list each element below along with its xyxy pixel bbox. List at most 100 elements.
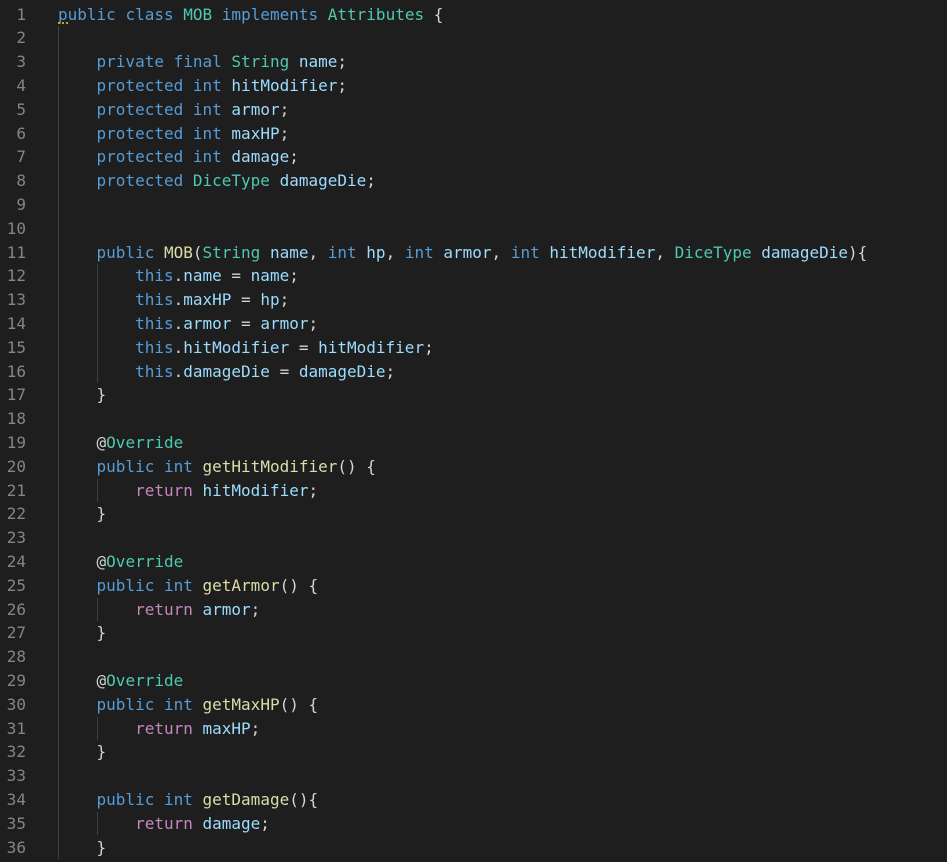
code-line[interactable]: 3 private final String name; [0,50,947,74]
code-token: this [135,337,174,357]
code-line[interactable]: 10 [0,217,947,241]
line-number: 1 [16,4,26,24]
line-code[interactable]: return maxHP; [58,717,260,741]
line-code[interactable]: this.damageDie = damageDie; [58,360,395,384]
line-code[interactable]: public int getArmor() { [58,574,319,598]
line-code[interactable]: protected int armor; [58,98,290,122]
line-code[interactable]: return damage; [58,812,270,836]
code-line[interactable]: 5 protected int armor; [0,98,947,122]
code-line[interactable]: 14 this.armor = armor; [0,312,947,336]
code-token: = [269,361,299,381]
code-line[interactable]: 23 [0,526,947,550]
line-number: 23 [6,528,26,548]
code-token: this [135,313,174,333]
code-token: () { [279,694,319,714]
line-code[interactable]: @Override [58,669,184,693]
warning-squiggle-icon[interactable] [58,18,68,24]
code-line[interactable]: 19 @Override [0,431,947,455]
line-code[interactable]: this.armor = armor; [58,312,318,336]
code-line[interactable]: 16 this.damageDie = damageDie; [0,360,947,384]
code-token: } [96,742,107,762]
code-token: , [491,242,511,262]
line-code[interactable]: protected int damage; [58,145,299,169]
line-code[interactable]: public int getHitModifier() { [58,455,376,479]
line-code[interactable]: private final String name; [58,50,348,74]
line-code[interactable]: public int getMaxHP() { [58,693,319,717]
line-code[interactable]: return armor; [58,598,260,622]
line-code[interactable]: @Override [58,431,184,455]
code-line[interactable]: 33 [0,764,947,788]
code-line[interactable]: 11 public MOB(String name, int hp, int a… [0,241,947,265]
code-line[interactable]: 30 public int getMaxHP() { [0,693,947,717]
code-token: armor [443,242,492,262]
line-code[interactable]: } [58,621,107,645]
code-line[interactable]: 28 [0,645,947,669]
line-code[interactable]: } [58,836,107,860]
code-line[interactable]: 12 this.name = name; [0,264,947,288]
line-code[interactable]: public class MOB implements Attributes { [58,3,443,27]
code-line[interactable]: 35 return damage; [0,812,947,836]
code-line[interactable]: 15 this.hitModifier = hitModifier; [0,336,947,360]
line-code[interactable]: protected int maxHP; [58,122,290,146]
code-token: int [163,789,193,809]
code-token: { [424,4,444,24]
code-line[interactable]: 29 @Override [0,669,947,693]
code-line[interactable]: 6 protected int maxHP; [0,122,947,146]
code-line[interactable]: 36 } [0,836,947,860]
code-token: . [173,313,184,333]
code-line[interactable]: 25 public int getArmor() { [0,574,947,598]
line-code[interactable]: } [58,740,107,764]
code-line[interactable]: 4 protected int hitModifier; [0,74,947,98]
code-editor[interactable]: 1 public class MOB implements Attributes … [0,0,947,862]
line-code[interactable]: this.hitModifier = hitModifier; [58,336,434,360]
code-line[interactable]: 2 [0,26,947,50]
code-token: ; [250,599,261,619]
line-number: 13 [6,290,26,310]
code-token: @ [96,432,107,452]
line-code[interactable]: } [58,502,107,526]
line-code[interactable]: protected DiceType damageDie; [58,169,376,193]
line-code[interactable]: protected int hitModifier; [58,74,348,98]
line-code[interactable]: } [58,383,107,407]
code-line[interactable]: 31 return maxHP; [0,717,947,741]
line-code[interactable]: public int getDamage(){ [58,788,319,812]
code-line[interactable]: 7 protected int damage; [0,145,947,169]
code-token: name [183,266,222,286]
code-line[interactable]: 24 @Override [0,550,947,574]
code-line[interactable]: 22 } [0,502,947,526]
code-line[interactable]: 17 } [0,383,947,407]
line-code[interactable]: public MOB(String name, int hp, int armo… [58,241,868,265]
code-line[interactable]: 13 this.maxHP = hp; [0,288,947,312]
code-line[interactable]: 18 [0,407,947,431]
code-line[interactable]: 21 return hitModifier; [0,479,947,503]
code-line[interactable]: 8 protected DiceType damageDie; [0,169,947,193]
code-line[interactable]: 9 [0,193,947,217]
code-line[interactable]: 26 return armor; [0,598,947,622]
code-token: this [135,290,174,310]
code-line[interactable]: 34 public int getDamage(){ [0,788,947,812]
line-code[interactable]: return hitModifier; [58,479,318,503]
line-code[interactable]: this.maxHP = hp; [58,288,289,312]
code-line[interactable]: 1 public class MOB implements Attributes … [0,3,947,27]
line-code[interactable]: this.name = name; [58,264,299,288]
code-line[interactable]: 32 } [0,740,947,764]
code-token: private [96,52,164,72]
code-token: Override [106,432,184,452]
code-line[interactable]: 20 public int getHitModifier() { [0,455,947,479]
code-line[interactable]: 27 } [0,621,947,645]
line-code[interactable]: @Override [58,550,184,574]
